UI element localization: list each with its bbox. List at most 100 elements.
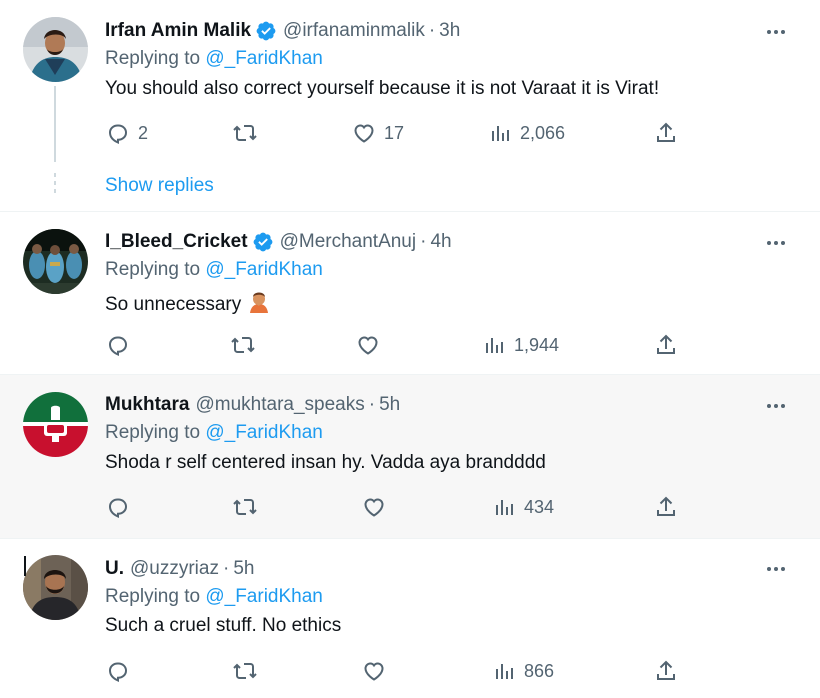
share-button[interactable] xyxy=(654,494,678,520)
like-button[interactable] xyxy=(362,494,394,520)
views-icon xyxy=(496,500,513,515)
handle[interactable]: @MerchantAnuj xyxy=(280,231,417,253)
avatar-ibleedcricket[interactable] xyxy=(23,229,88,294)
views-icon xyxy=(486,338,503,353)
thread-line xyxy=(54,86,56,162)
avatar-uzzyriaz[interactable] xyxy=(23,555,88,620)
more-icon xyxy=(767,404,771,408)
show-replies-link[interactable]: Show replies xyxy=(105,175,214,197)
views-count: 2,066 xyxy=(520,122,566,143)
handle[interactable]: @uzzyriaz xyxy=(130,558,219,580)
reply-button[interactable] xyxy=(106,494,138,520)
display-name[interactable]: U. xyxy=(105,558,124,580)
timestamp[interactable]: 4h xyxy=(430,231,451,253)
reply-button[interactable]: 2 xyxy=(106,120,148,146)
facepalm-emoji-icon xyxy=(247,289,271,319)
views-button[interactable]: 1,944 xyxy=(482,332,559,358)
separator-dot: · xyxy=(420,231,427,252)
display-name[interactable]: I_Bleed_Cricket xyxy=(105,231,248,253)
like-button[interactable]: 17 xyxy=(352,120,404,146)
replying-to: Replying to @_FaridKhan xyxy=(105,259,323,280)
share-button[interactable] xyxy=(654,120,678,146)
tweet-text: Such a cruel stuff. No ethics xyxy=(105,615,342,636)
views-icon xyxy=(492,126,509,141)
handle[interactable]: @mukhtara_speaks xyxy=(195,394,364,416)
heart-icon xyxy=(364,662,384,681)
retweet-button[interactable] xyxy=(230,332,264,358)
display-name[interactable]: Irfan Amin Malik xyxy=(105,20,251,42)
views-button[interactable]: 434 xyxy=(492,494,554,520)
tweet-header: I_Bleed_Cricket @MerchantAnuj · 4h xyxy=(105,229,452,255)
thread-dots xyxy=(54,173,56,197)
views-count: 434 xyxy=(524,496,555,517)
like-button[interactable] xyxy=(362,658,394,684)
more-options-button[interactable] xyxy=(762,559,790,579)
tweet-uzzyriaz[interactable]: U. @uzzyriaz · 5h Replying to @_FaridKha… xyxy=(0,539,820,698)
views-count: 866 xyxy=(524,660,555,681)
tweet-mukhtara[interactable]: Mukhtara @mukhtara_speaks · 5h Replying … xyxy=(0,375,820,538)
tweet-header: U. @uzzyriaz · 5h xyxy=(105,556,254,582)
reply-button[interactable] xyxy=(106,332,138,358)
heart-icon xyxy=(364,498,384,517)
timestamp[interactable]: 5h xyxy=(379,394,400,416)
tweet-text: Shoda r self centered insan hy. Vadda ay… xyxy=(105,452,546,473)
verified-badge-icon xyxy=(252,231,274,253)
more-options-button[interactable] xyxy=(762,233,790,253)
mention-link[interactable]: @_FaridKhan xyxy=(205,259,323,280)
timestamp[interactable]: 5h xyxy=(233,558,254,580)
share-button[interactable] xyxy=(654,658,678,684)
share-button[interactable] xyxy=(654,332,678,358)
tweet-header: Irfan Amin Malik @irfanaminmalik · 3h xyxy=(105,18,460,44)
retweet-button[interactable] xyxy=(232,658,266,684)
more-icon xyxy=(767,567,771,571)
more-icon xyxy=(767,30,771,34)
separator-dot: · xyxy=(222,558,230,579)
like-count: 17 xyxy=(384,122,405,143)
share-icon xyxy=(657,496,675,516)
more-options-button[interactable] xyxy=(762,22,790,42)
views-count: 1,944 xyxy=(514,334,560,355)
reply-icon xyxy=(108,498,128,519)
text-cursor xyxy=(24,556,26,576)
share-icon xyxy=(657,660,675,680)
more-options-button[interactable] xyxy=(762,396,790,416)
avatar-irfan[interactable] xyxy=(23,17,88,82)
retweet-icon xyxy=(233,125,257,141)
retweet-button[interactable] xyxy=(232,494,266,520)
replying-to: Replying to @_FaridKhan xyxy=(105,586,323,607)
replying-to: Replying to @_FaridKhan xyxy=(105,48,323,69)
more-icon xyxy=(767,241,771,245)
share-icon xyxy=(657,122,675,142)
timestamp[interactable]: 3h xyxy=(439,20,460,42)
replying-to: Replying to @_FaridKhan xyxy=(105,422,323,443)
views-button[interactable]: 2,066 xyxy=(488,120,565,146)
retweet-icon xyxy=(233,663,257,679)
like-button[interactable] xyxy=(356,332,388,358)
heart-icon xyxy=(354,124,374,143)
avatar-mukhtara[interactable] xyxy=(23,392,88,457)
views-button[interactable]: 866 xyxy=(492,658,554,684)
mention-link[interactable]: @_FaridKhan xyxy=(205,48,323,69)
mention-link[interactable]: @_FaridKhan xyxy=(205,422,323,443)
reply-icon xyxy=(108,336,128,357)
separator-dot: · xyxy=(368,394,376,415)
handle[interactable]: @irfanaminmalik xyxy=(283,20,425,42)
retweet-icon xyxy=(233,499,257,515)
share-icon xyxy=(657,334,675,354)
views-icon xyxy=(496,664,513,679)
heart-icon xyxy=(358,336,378,355)
reply-button[interactable] xyxy=(106,658,138,684)
tweet-ibleedcricket[interactable]: I_Bleed_Cricket @MerchantAnuj · 4h Reply… xyxy=(0,212,820,375)
display-name[interactable]: Mukhtara xyxy=(105,394,189,416)
reply-icon xyxy=(108,124,128,145)
reply-icon xyxy=(108,662,128,683)
tweet-header: Mukhtara @mukhtara_speaks · 5h xyxy=(105,392,400,418)
retweet-button[interactable] xyxy=(232,120,266,146)
verified-badge-icon xyxy=(255,20,277,42)
mention-link[interactable]: @_FaridKhan xyxy=(205,586,323,607)
reply-count: 2 xyxy=(138,122,149,143)
tweet-text: So unnecessary xyxy=(105,289,271,315)
tweet-text: You should also correct yourself because… xyxy=(105,78,660,99)
retweet-icon xyxy=(231,337,255,353)
tweet-irfan[interactable]: Irfan Amin Malik @irfanaminmalik · 3h Re… xyxy=(0,0,820,212)
